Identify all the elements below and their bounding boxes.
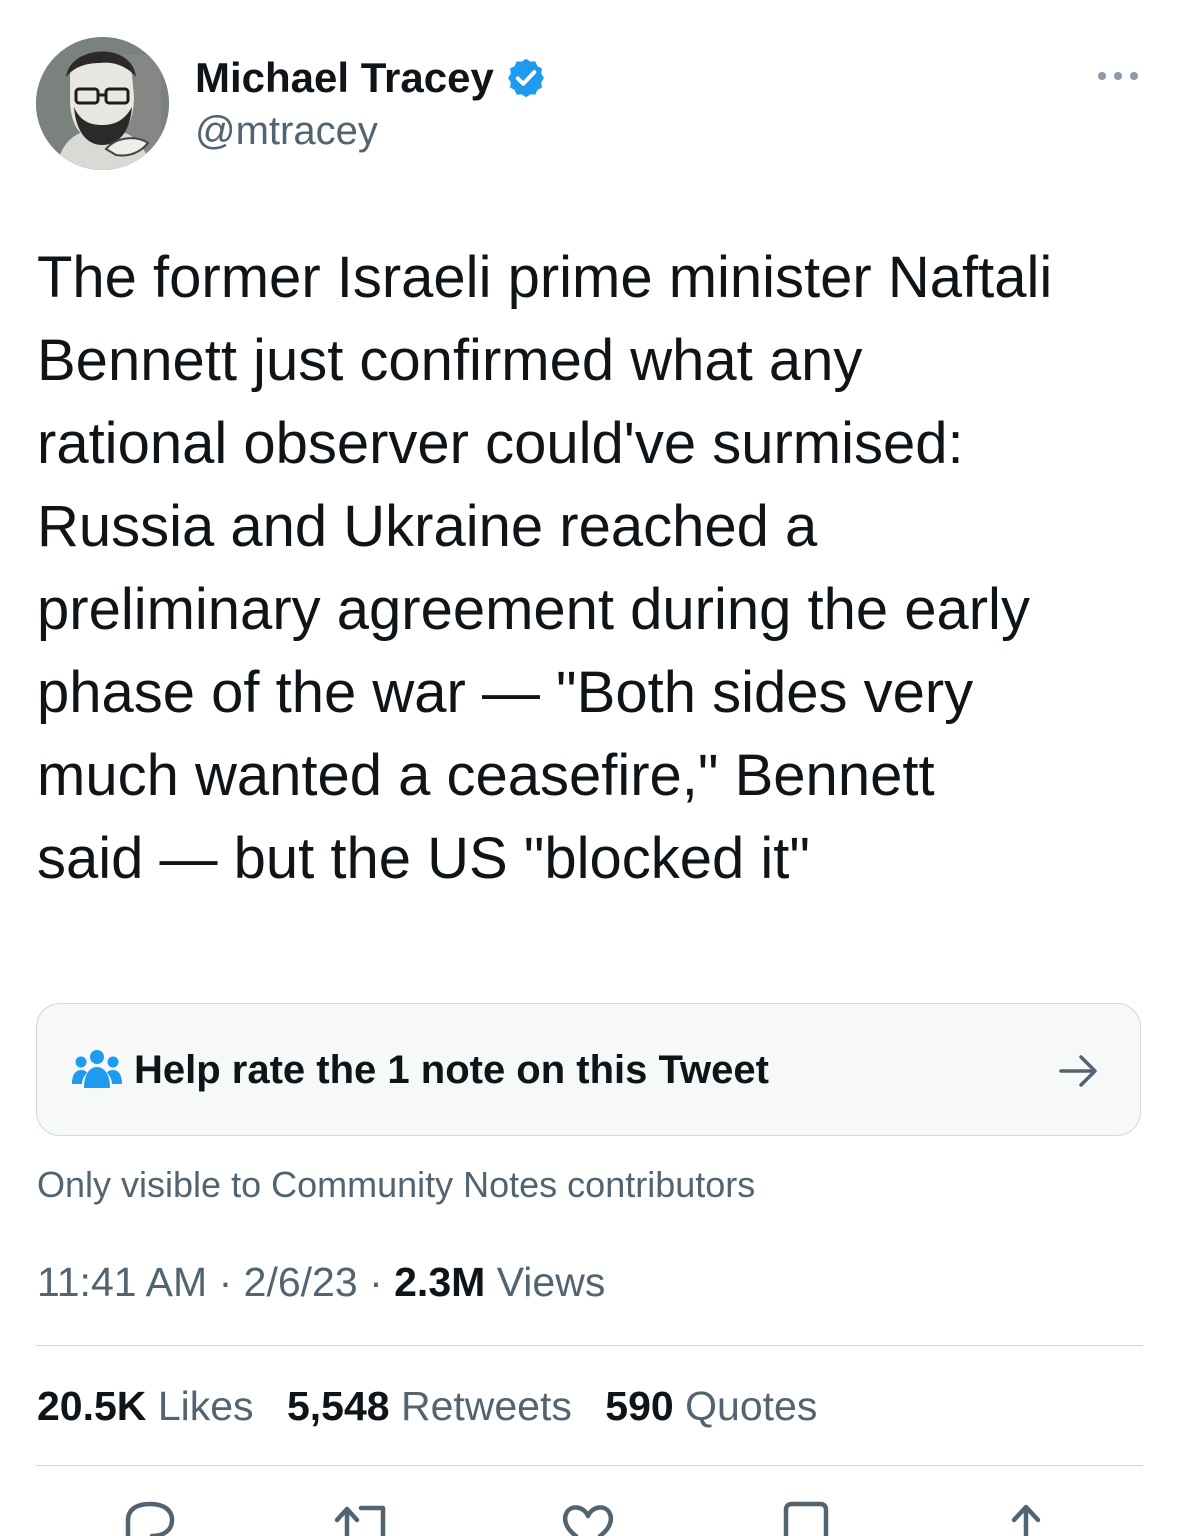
quotes-count: 590 bbox=[605, 1383, 674, 1429]
people-icon bbox=[72, 1050, 122, 1088]
more-options-icon[interactable] bbox=[1094, 62, 1142, 90]
views-count: 2.3M bbox=[394, 1259, 486, 1305]
meta-separator: · bbox=[369, 1259, 383, 1305]
like-icon[interactable] bbox=[558, 1500, 618, 1536]
tweet-text-line: preliminary agreement during the early bbox=[37, 577, 1030, 642]
tweet-text-line: The former Israeli prime minister Naftal… bbox=[37, 245, 1053, 310]
tweet-text-line: phase of the war — "Both sides very bbox=[37, 660, 974, 725]
verified-badge-icon bbox=[507, 58, 544, 98]
tweet-time[interactable]: 11:41 AM bbox=[37, 1259, 207, 1305]
retweets-stat[interactable]: 5,548 Retweets bbox=[287, 1380, 572, 1432]
reply-icon[interactable] bbox=[120, 1500, 180, 1536]
tweet-text: The former Israeli prime minister Naftal… bbox=[37, 236, 1147, 900]
divider bbox=[36, 1465, 1143, 1466]
retweet-icon[interactable] bbox=[333, 1500, 393, 1536]
author-handle[interactable]: @mtracey bbox=[195, 106, 378, 156]
community-note-label[interactable]: Help rate the 1 note on this Tweet bbox=[134, 1045, 769, 1095]
tweet-text-line: Russia and Ukraine reached a bbox=[37, 494, 818, 559]
retweets-count: 5,548 bbox=[286, 1383, 390, 1429]
community-note-visibility: Only visible to Community Notes contribu… bbox=[37, 1164, 756, 1205]
share-icon[interactable] bbox=[996, 1500, 1056, 1536]
likes-stat[interactable]: 20.5K Likes bbox=[37, 1380, 254, 1432]
arrow-right-icon[interactable] bbox=[1057, 1051, 1101, 1091]
quotes-stat[interactable]: 590 Quotes bbox=[605, 1380, 817, 1432]
likes-count: 20.5K bbox=[37, 1383, 147, 1429]
tweet-date[interactable]: 2/6/23 bbox=[244, 1259, 358, 1305]
engagement-stats: 20.5K Likes 5,548 Retweets 590 Quotes bbox=[37, 1380, 839, 1432]
tweet-meta: 11:41 AM · 2/6/23 · 2.3M Views bbox=[37, 1256, 605, 1308]
quotes-label: Quotes bbox=[685, 1383, 818, 1429]
community-note-prompt[interactable]: Help rate the 1 note on this Tweet bbox=[36, 1003, 1141, 1136]
divider bbox=[36, 1345, 1143, 1346]
retweets-label: Retweets bbox=[400, 1383, 572, 1429]
author-name-row[interactable]: Michael Tracey bbox=[195, 52, 548, 104]
likes-label: Likes bbox=[157, 1383, 254, 1429]
meta-separator: · bbox=[218, 1259, 233, 1305]
tweet-text-line: Bennett just confirmed what any bbox=[37, 328, 863, 393]
tweet-text-line: much wanted a ceasefire," Bennett bbox=[37, 743, 935, 808]
avatar[interactable] bbox=[36, 37, 169, 170]
tweet-text-line: said — but the US "blocked it" bbox=[37, 826, 811, 891]
bookmark-icon[interactable] bbox=[776, 1500, 836, 1536]
tweet-text-line: rational observer could've surmised: bbox=[37, 411, 964, 476]
author-name[interactable]: Michael Tracey bbox=[195, 52, 494, 104]
avatar-illustration bbox=[36, 37, 169, 170]
views-label: Views bbox=[496, 1259, 606, 1305]
